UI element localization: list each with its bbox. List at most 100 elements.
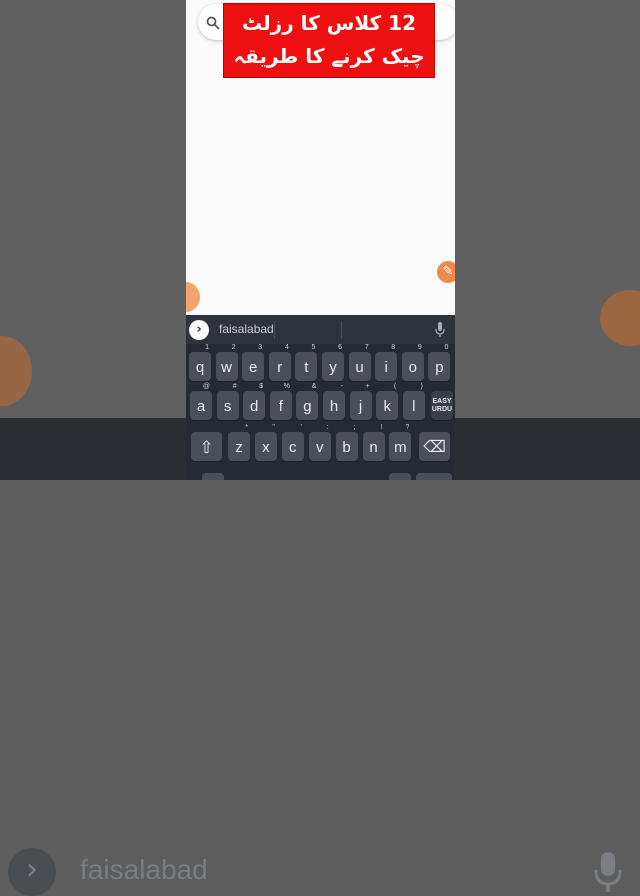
key-f[interactable]: f% (269, 383, 292, 420)
floating-orange-button[interactable] (186, 282, 200, 312)
key-label: r (277, 359, 283, 376)
suggestion-divider (341, 321, 342, 339)
key-d[interactable]: d $ (243, 383, 266, 420)
key-label: u (355, 359, 364, 376)
key-a[interactable]: a @ (190, 383, 212, 420)
background-chevron-icon: › (8, 848, 56, 896)
key-hint: + (365, 383, 370, 390)
key-hint: 6 (338, 344, 342, 351)
key-hint: % (283, 383, 290, 390)
key-label: k (383, 398, 391, 415)
expand-chevron-icon[interactable]: › (189, 320, 209, 340)
key-o[interactable]: o9 (401, 344, 424, 381)
key-label: h (329, 398, 339, 415)
key-w[interactable]: w2 (215, 344, 238, 381)
key-label: c (289, 439, 297, 456)
key-c[interactable]: c ' (281, 424, 304, 461)
key-hint: 8 (391, 344, 396, 351)
key-label: n (369, 439, 378, 456)
key-label: e (249, 359, 258, 376)
key-label: y (329, 359, 337, 376)
key-label: d (250, 398, 259, 415)
key-hint: ' (300, 424, 302, 431)
easy-label: EASY (432, 398, 452, 405)
key-l[interactable]: l) (402, 383, 425, 420)
key-label: s (223, 398, 232, 415)
key-label: z (235, 439, 243, 456)
key-label: m (394, 439, 407, 456)
key-hint: 9 (417, 344, 422, 351)
key-g[interactable]: g & (296, 383, 319, 420)
key-hint: 0 (444, 344, 449, 351)
background-right-blur (455, 0, 640, 420)
background-mic-icon (594, 852, 622, 892)
key-hint: ! (380, 424, 383, 431)
key-n[interactable]: n! (362, 424, 385, 461)
keyboard: › faisalabad q1w2e3r4t5y6u7i8o9p0 a @ s # d $… (186, 315, 455, 480)
key-z[interactable]: z * (228, 424, 250, 461)
key-hint: 7 (364, 344, 369, 351)
easy-urdu-key[interactable]: EASY URDU (431, 391, 453, 420)
mic-icon[interactable] (435, 322, 445, 337)
key-label: l (412, 398, 416, 415)
key-hint: ; (353, 424, 356, 431)
phone-screen: 12 کلاس کا رزلٹ چیک کرنے کا طریقہ ✎ › fa… (186, 0, 455, 480)
key-label: j (358, 398, 363, 415)
suggestion-divider (274, 321, 275, 339)
key-label: p (435, 359, 444, 376)
key-m[interactable]: m? (389, 424, 412, 461)
key-label: i (384, 359, 388, 376)
key-label: q (195, 359, 205, 376)
title-banner: 12 کلاس کا رزلٹ چیک کرنے کا طریقہ (223, 3, 435, 78)
key-hint: @ (202, 383, 210, 390)
key-hint: & (311, 383, 317, 390)
background-suggestion-word: faisalabad (80, 854, 208, 885)
bottom-row-key[interactable] (202, 473, 224, 480)
key-hint: $ (259, 383, 264, 390)
suggestion-word[interactable]: faisalabad (219, 322, 274, 336)
key-k[interactable]: k( (376, 383, 399, 420)
key-label: w (221, 359, 233, 376)
key-x[interactable]: x " (254, 424, 277, 461)
key-hint: 1 (205, 344, 209, 351)
key-label: g (303, 398, 312, 415)
key-hint: - (340, 383, 343, 390)
edit-fab-icon[interactable]: ✎ (437, 261, 455, 283)
key-hint: : (326, 424, 329, 431)
key-t[interactable]: t5 (295, 344, 318, 381)
key-j[interactable]: j + (349, 383, 372, 420)
key-hint: # (232, 383, 237, 390)
key-e[interactable]: e3 (242, 344, 265, 381)
key-v[interactable]: v: (308, 424, 331, 461)
bottom-row-key[interactable] (389, 473, 411, 480)
key-label: t (304, 359, 309, 376)
key-y[interactable]: y6 (322, 344, 344, 381)
bottom-row-key[interactable] (416, 473, 452, 480)
banner-line-1: 12 کلاس کا رزلٹ (242, 11, 416, 35)
urdu-label: URDU (431, 406, 453, 413)
key-hint: " (272, 424, 275, 431)
key-label: x (262, 439, 270, 456)
key-p[interactable]: p0 (428, 344, 451, 381)
key-hint: 2 (231, 344, 236, 351)
key-r[interactable]: r4 (268, 344, 291, 381)
key-i[interactable]: i8 (375, 344, 398, 381)
key-hint: 4 (284, 344, 289, 351)
key-label: f (278, 398, 283, 415)
key-hint: ) (420, 383, 423, 390)
key-h[interactable]: h- (323, 383, 345, 420)
key-s[interactable]: s # (216, 383, 239, 420)
search-icon[interactable] (206, 16, 220, 30)
key-label: v (315, 439, 324, 456)
backspace-key-icon[interactable]: ⌫ (419, 432, 450, 461)
shift-key-icon[interactable]: ⇧ (191, 432, 222, 461)
key-label: o (408, 359, 417, 376)
suggestion-strip: › faisalabad (186, 315, 455, 344)
banner-line-2: چیک کرنے کا طریقہ (233, 44, 425, 68)
key-u[interactable]: u7 (348, 344, 371, 381)
key-label: a (196, 398, 206, 415)
key-b[interactable]: b; (335, 424, 358, 461)
key-hint: 3 (258, 344, 263, 351)
key-q[interactable]: q1 (189, 344, 211, 381)
key-label: b (342, 439, 351, 456)
